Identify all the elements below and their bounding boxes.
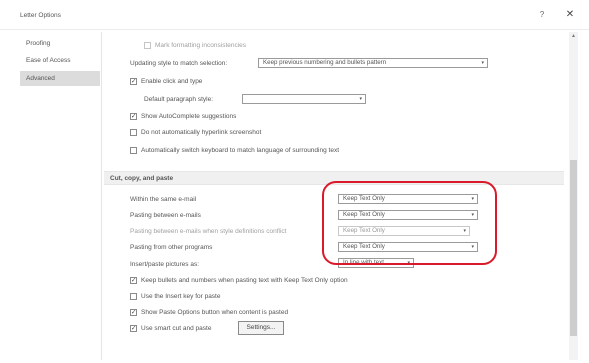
paste-row-label: Pasting between e-mails xyxy=(130,212,201,219)
updating-style-value: Keep previous numbering and bullets patt… xyxy=(263,59,387,66)
chevron-down-icon: ▾ xyxy=(359,96,362,102)
annotation-highlight xyxy=(322,181,497,265)
autocomplete-checkbox[interactable] xyxy=(130,112,137,121)
default-paragraph-style-dropdown[interactable]: ▾ xyxy=(242,94,366,104)
updating-style-label: Updating style to match selection: xyxy=(130,60,228,67)
keep-bullets-label: Keep bullets and numbers when pasting te… xyxy=(141,277,348,284)
click-and-type-checkbox[interactable] xyxy=(130,77,137,86)
insert-pictures-label: Insert/paste pictures as: xyxy=(130,261,200,268)
switch-keyboard-label: Automatically switch keyboard to match l… xyxy=(141,147,339,154)
paste-options-checkbox[interactable] xyxy=(130,308,137,317)
switch-keyboard-checkbox[interactable] xyxy=(130,147,137,154)
keep-bullets-checkbox[interactable] xyxy=(130,276,137,285)
close-button[interactable]: ✕ xyxy=(563,8,577,22)
paste-row-label: Within the same e-mail xyxy=(130,196,197,203)
sidebar-item-ease-of-access[interactable]: Ease of Access xyxy=(20,53,100,68)
scroll-up-arrow-icon[interactable]: ▲ xyxy=(569,32,578,41)
smart-cut-paste-label: Use smart cut and paste xyxy=(141,325,212,332)
section-title: Cut, copy, and paste xyxy=(110,175,174,182)
sidebar-item-advanced[interactable]: Advanced xyxy=(20,71,100,86)
vertical-scrollbar[interactable]: ▲ xyxy=(569,32,578,360)
chevron-down-icon: ▾ xyxy=(481,60,484,66)
no-hyperlink-checkbox[interactable] xyxy=(130,129,137,136)
autocomplete-label: Show AutoComplete suggestions xyxy=(141,113,237,120)
help-button[interactable]: ? xyxy=(535,8,549,22)
click-and-type-label: Enable click and type xyxy=(141,78,203,85)
dialog-title: Letter Options xyxy=(20,12,61,19)
paste-row-label: Pasting from other programs xyxy=(130,244,213,251)
default-paragraph-style-label: Default paragraph style: xyxy=(144,96,214,103)
updating-style-dropdown[interactable]: Keep previous numbering and bullets patt… xyxy=(258,58,488,68)
scroll-thumb[interactable] xyxy=(570,160,577,336)
paste-row-label: Pasting between e-mails when style defin… xyxy=(130,228,287,235)
mark-formatting-checkbox[interactable] xyxy=(144,42,151,49)
insert-key-checkbox[interactable] xyxy=(130,293,137,300)
smart-cut-paste-checkbox[interactable] xyxy=(130,324,137,333)
title-bar: Letter Options ? ✕ xyxy=(0,0,589,30)
paste-options-label: Show Paste Options button when content i… xyxy=(141,309,289,316)
options-dialog: Letter Options ? ✕ Proofing Ease of Acce… xyxy=(0,0,589,363)
insert-key-label: Use the Insert key for paste xyxy=(141,293,221,300)
mark-formatting-label: Mark formatting inconsistencies xyxy=(155,42,247,49)
settings-button[interactable]: Settings... xyxy=(238,321,284,335)
sidebar-item-proofing[interactable]: Proofing xyxy=(20,36,100,51)
no-hyperlink-label: Do not automatically hyperlink screensho… xyxy=(141,129,262,136)
